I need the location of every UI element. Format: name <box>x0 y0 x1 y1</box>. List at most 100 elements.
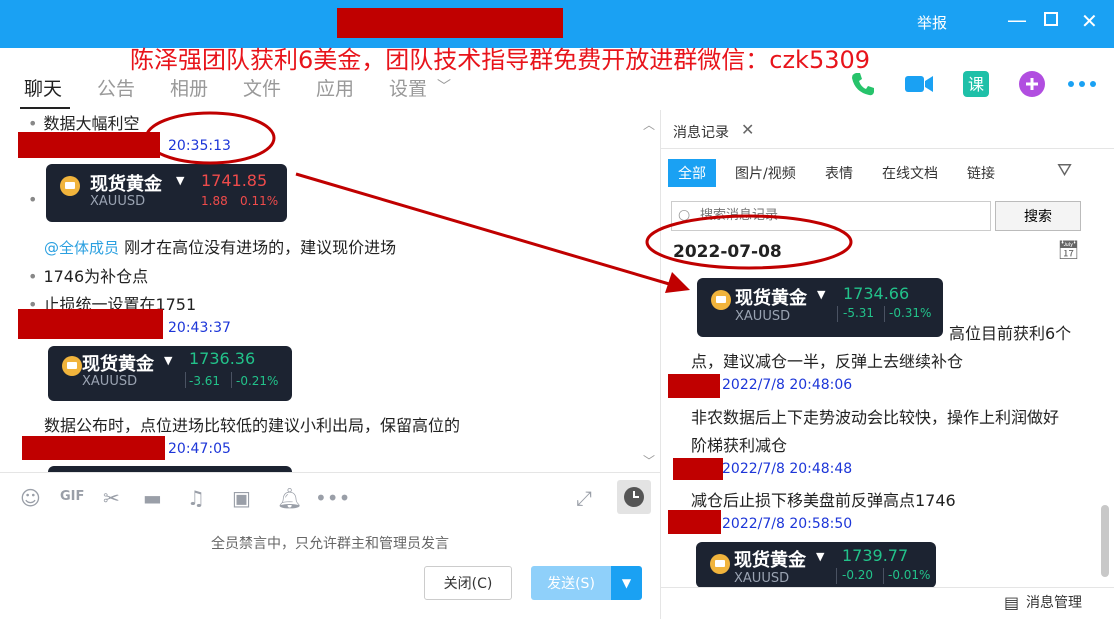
gold-coin-icon <box>60 176 80 196</box>
filter-docs[interactable]: 在线文档 <box>872 159 948 187</box>
separator <box>837 306 838 322</box>
tab-album[interactable]: 相册 <box>170 74 208 101</box>
folder-icon[interactable]: ▬ <box>143 486 162 510</box>
svg-text:课: 课 <box>968 75 984 94</box>
history-button[interactable] <box>617 480 651 514</box>
quote-change: -3.61 <box>189 374 221 388</box>
close-button[interactable]: 关闭(C) <box>424 566 512 600</box>
filter-links[interactable]: 链接 <box>957 159 1005 187</box>
history-message: 高位目前获利6个 <box>949 324 1072 343</box>
quote-card[interactable]: 现货黄金 ▼ XAUUSD 1739.77 -0.20 -0.01% <box>696 542 936 588</box>
quote-card[interactable]: 现货黄金 ▼ XAUUSD 1734.66 -5.31 -0.31% <box>697 278 943 337</box>
filter-icon[interactable]: ⛛ <box>1057 160 1072 181</box>
filter-media[interactable]: 图片/视频 <box>725 159 806 187</box>
quote-price: 1734.66 <box>843 284 910 303</box>
close-icon[interactable]: ✕ <box>1081 9 1098 33</box>
redacted-group-name <box>337 8 563 38</box>
quote-percent: -0.31% <box>889 306 932 320</box>
redacted-sender <box>18 132 160 158</box>
video-call-icon[interactable] <box>904 69 934 99</box>
scroll-down-icon[interactable]: ﹀ <box>643 452 655 469</box>
divider <box>661 587 1114 588</box>
caret-down-icon[interactable]: ▼ <box>816 550 824 563</box>
quote-change: -0.20 <box>842 568 874 582</box>
tab-apps[interactable]: 应用 <box>316 74 354 101</box>
message-line: 1746为补仓点 <box>28 263 148 287</box>
message-timestamp: 20:35:13 <box>168 138 231 154</box>
quote-price: 1739.77 <box>842 546 909 565</box>
gold-coin-icon <box>62 356 82 376</box>
tab-announcement[interactable]: 公告 <box>97 74 135 101</box>
history-tab-title[interactable]: 消息记录 <box>673 122 729 142</box>
add-app-icon[interactable] <box>1017 69 1047 99</box>
image-icon[interactable]: ▣ <box>232 486 251 510</box>
message-manage-icon[interactable]: ▤ <box>1004 593 1019 612</box>
quote-symbol: XAUUSD <box>734 571 790 586</box>
gold-coin-icon <box>710 554 730 574</box>
scroll-up-icon[interactable]: ︿ <box>643 116 655 133</box>
gold-coin-icon <box>711 290 731 310</box>
more-tools-icon[interactable]: ••• <box>315 486 350 510</box>
send-button[interactable]: 发送(S) <box>531 566 611 600</box>
caret-down-icon[interactable]: ▼ <box>817 288 825 301</box>
message-manage-button[interactable]: 消息管理 <box>1026 592 1082 612</box>
promo-overlay-text: 陈泽强团队获利6美金，团队技术指导群免费开放进群微信：czk5309 <box>130 46 871 74</box>
quote-name: 现货黄金 <box>735 288 807 309</box>
more-icon[interactable] <box>1067 69 1097 99</box>
message-line: @全体成员 刚才在高位没有进场的，建议现价进场 <box>44 234 396 258</box>
search-icon: ○ <box>678 207 691 223</box>
music-icon[interactable]: ♫ <box>187 486 205 510</box>
chevron-down-icon[interactable]: ﹀ <box>437 76 451 96</box>
emoji-icon[interactable]: ☺ <box>20 486 41 510</box>
message-line: 数据公布时，点位进场比较低的建议小利出局，保留高位的 <box>44 416 461 435</box>
calendar-icon[interactable]: 📅︎ <box>1057 240 1080 261</box>
mention-all[interactable]: @全体成员 <box>44 239 119 257</box>
quote-card[interactable]: 现货黄金 ▼ XAUUSD 1741.85 1.88 0.11% <box>46 164 287 222</box>
chat-messages: 数据大幅利空 ︿ 20:35:13 • 现货黄金 ▼ XAUUSD 1741.8… <box>0 110 660 472</box>
bell-icon[interactable]: 🔔︎ <box>277 486 302 510</box>
tab-files[interactable]: 文件 <box>243 74 281 101</box>
redacted-sender <box>668 374 720 398</box>
report-button[interactable]: 举报 <box>917 12 947 33</box>
quote-price: 1741.85 <box>201 171 268 190</box>
tab-chat[interactable]: 聊天 <box>24 74 62 101</box>
filter-emoji[interactable]: 表情 <box>815 159 863 187</box>
search-box[interactable]: ○ <box>671 201 991 231</box>
input-toolbar: ☺ GIF ✂ ▬ ♫ ▣ 🔔︎ ••• ⤢ <box>0 472 660 522</box>
message-line: 数据大幅利空 <box>28 110 139 134</box>
separator <box>884 306 885 322</box>
quote-name: 现货黄金 <box>90 174 162 195</box>
history-message: 阶梯获利减仓 <box>691 436 788 455</box>
gif-icon[interactable]: GIF <box>60 489 84 504</box>
redacted-sender <box>22 436 165 460</box>
message-timestamp: 2022/7/8 20:48:48 <box>722 461 853 477</box>
search-button[interactable]: 搜索 <box>995 201 1081 231</box>
send-options-dropdown[interactable]: ▼ <box>611 566 642 600</box>
history-scrollbar[interactable] <box>1101 505 1109 577</box>
clock-icon <box>624 487 644 507</box>
message-timestamp: 20:47:05 <box>168 441 231 457</box>
quote-name: 现货黄金 <box>82 354 154 375</box>
quote-percent: -0.21% <box>236 374 279 388</box>
separator <box>185 372 186 388</box>
redacted-sender <box>673 458 723 480</box>
minimize-icon[interactable]: — <box>1007 8 1027 32</box>
history-message: 减仓后止损下移美盘前反弹高点1746 <box>691 491 956 510</box>
caret-down-icon[interactable]: ▼ <box>164 354 172 367</box>
quote-price: 1736.36 <box>189 349 256 368</box>
quote-symbol: XAUUSD <box>90 194 146 209</box>
search-input[interactable] <box>700 202 980 228</box>
message-timestamp: 2022/7/8 20:58:50 <box>722 516 853 532</box>
quote-change: 1.88 <box>201 194 228 208</box>
close-icon[interactable]: ✕ <box>741 120 754 139</box>
quote-card[interactable]: 现货黄金 ▼ XAUUSD 1736.36 -3.61 -0.21% <box>48 346 292 401</box>
divider <box>661 148 1114 149</box>
expand-icon[interactable]: ⤢ <box>576 486 592 510</box>
caret-down-icon[interactable]: ▼ <box>176 174 184 187</box>
maximize-icon[interactable] <box>1044 12 1058 30</box>
active-tab-underline <box>20 107 70 109</box>
filter-all[interactable]: 全部 <box>668 159 716 187</box>
tab-settings[interactable]: 设置 <box>389 74 427 101</box>
lesson-icon[interactable]: 课 <box>961 69 991 99</box>
scissors-icon[interactable]: ✂ <box>103 486 120 510</box>
